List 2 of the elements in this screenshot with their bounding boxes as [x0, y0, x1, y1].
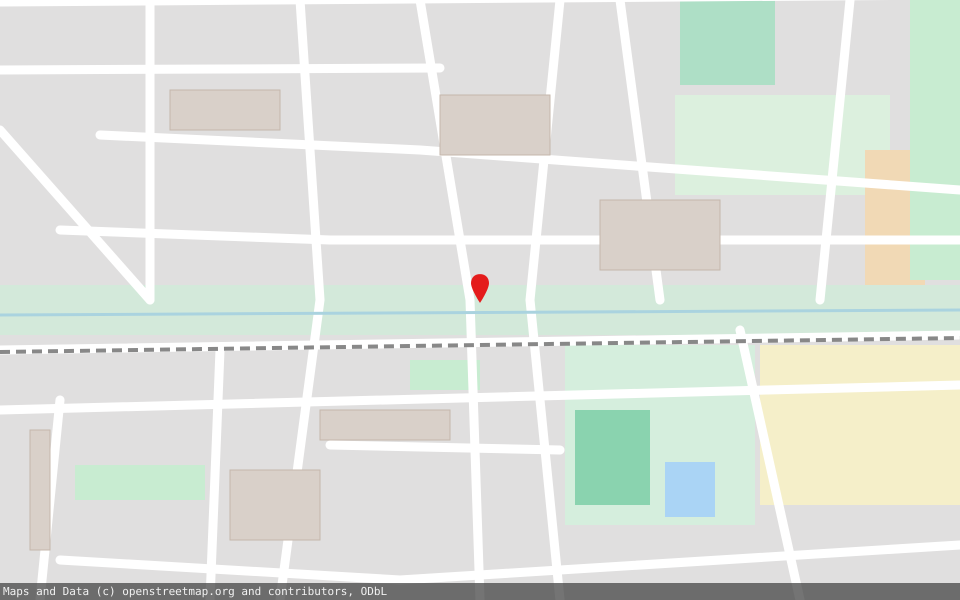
attribution-text: Maps and Data (c) openstreetmap.org and contributors, ODbL	[0, 583, 960, 600]
map-pin-icon	[471, 274, 489, 303]
